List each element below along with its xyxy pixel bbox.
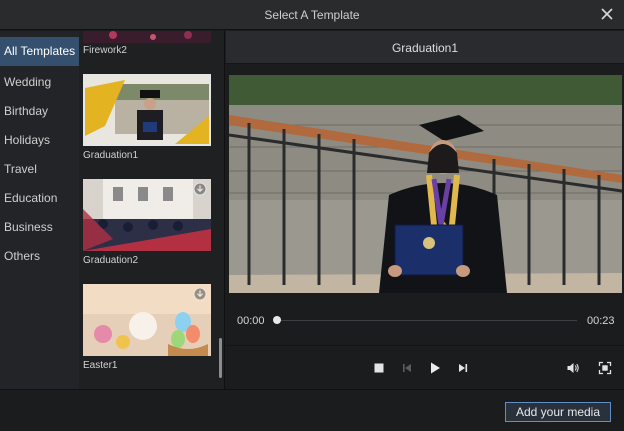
volume-icon[interactable] [566, 361, 580, 375]
category-birthday[interactable]: Birthday [0, 97, 79, 126]
window-title: Select A Template [264, 8, 360, 22]
video-preview[interactable] [229, 75, 622, 293]
graduation2-thumbnail-image [83, 179, 211, 251]
template-thumbnail-graduation1[interactable] [83, 74, 211, 146]
preview-title: Graduation1 [391, 41, 459, 55]
category-wedding[interactable]: Wedding [0, 68, 79, 97]
template-label-easter1: Easter1 [83, 360, 118, 371]
controls-divider [226, 345, 624, 346]
category-others[interactable]: Others [0, 242, 79, 271]
current-time: 00:00 [237, 315, 265, 327]
duration: 00:23 [587, 315, 615, 327]
category-all-templates[interactable]: All Templates [0, 37, 79, 66]
template-thumbnail-easter1[interactable] [83, 284, 211, 356]
template-list-scrollbar[interactable] [219, 338, 222, 378]
category-holidays[interactable]: Holidays [0, 126, 79, 155]
category-travel[interactable]: Travel [0, 155, 79, 184]
seek-handle[interactable] [273, 316, 281, 324]
graduation-photo [229, 75, 622, 293]
download-icon[interactable] [193, 287, 207, 301]
category-education[interactable]: Education [0, 184, 79, 213]
previous-frame-icon[interactable] [400, 361, 414, 375]
template-thumbnail-graduation2[interactable] [83, 179, 211, 251]
close-icon[interactable] [598, 5, 616, 23]
fullscreen-icon[interactable] [598, 361, 612, 375]
template-label-firework2: Firework2 [83, 45, 127, 56]
next-frame-icon[interactable] [456, 361, 470, 375]
category-sidebar: All Templates Wedding Birthday Holidays … [0, 31, 79, 389]
seek-track[interactable] [277, 320, 577, 321]
template-thumbnail-firework2[interactable] [83, 31, 211, 43]
firework-thumbnail-image [83, 31, 211, 43]
category-business[interactable]: Business [0, 213, 79, 242]
template-list: Firework2 Graduation1 Graduation2 Easter… [79, 31, 225, 389]
template-label-graduation1: Graduation1 [83, 150, 139, 161]
template-label-graduation2: Graduation2 [83, 255, 139, 266]
play-icon[interactable] [428, 361, 442, 375]
graduation1-thumbnail-image [85, 76, 209, 144]
download-icon[interactable] [193, 182, 207, 196]
preview-header: Graduation1 [226, 31, 624, 64]
title-bar: Select A Template [0, 0, 624, 30]
easter1-thumbnail-image [83, 284, 211, 356]
add-your-media-button[interactable]: Add your media [505, 402, 611, 422]
stop-icon[interactable] [372, 361, 386, 375]
